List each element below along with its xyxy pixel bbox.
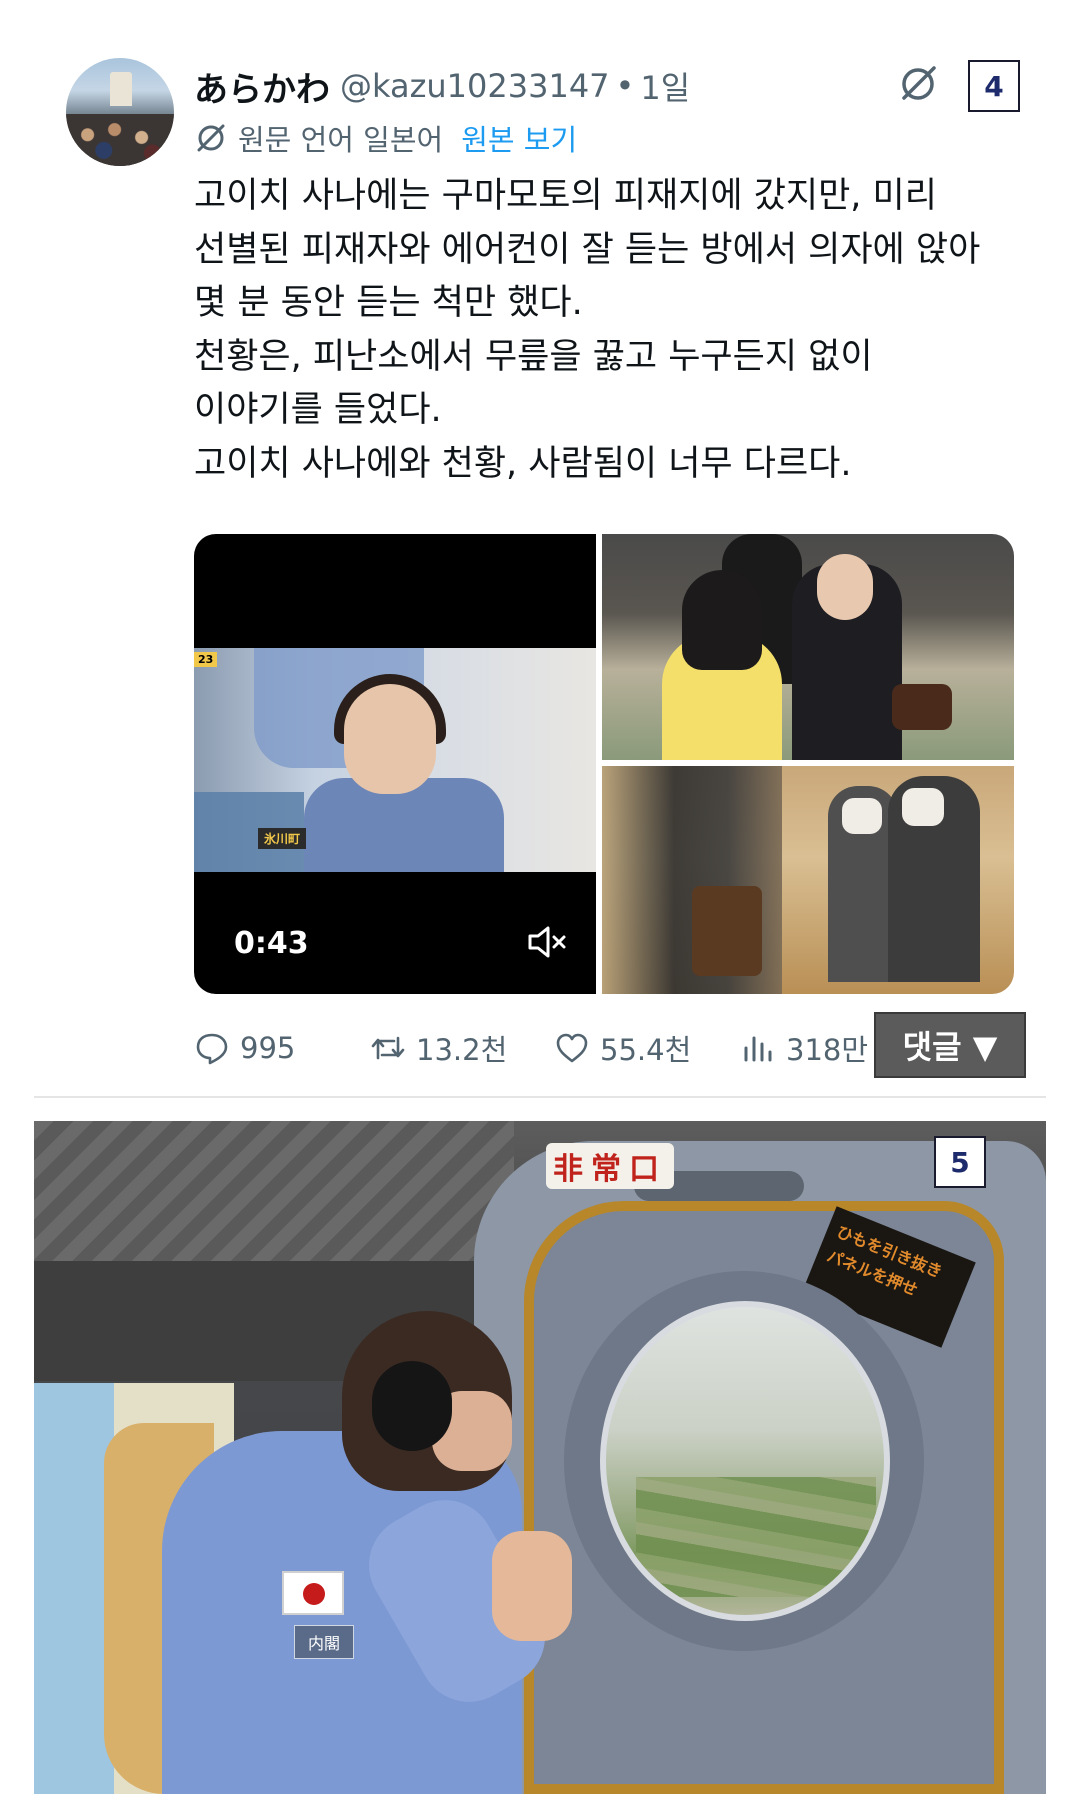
helicopter-photo[interactable]: 非常口 ひもを引き抜き パネルを押せ 内閣 (34, 1121, 1046, 1794)
reply-button[interactable]: 995 (194, 1026, 295, 1070)
item-number-badge: 5 (934, 1136, 986, 1188)
user-handle[interactable]: @kazu10233147 (340, 67, 610, 105)
photo-map-sea (34, 1383, 114, 1794)
mute-icon[interactable] (524, 920, 568, 964)
retweet-count: 13.2천 (416, 1033, 508, 1067)
photo-fields (636, 1477, 876, 1597)
avatar-crowd (66, 114, 174, 166)
avatar-tower (110, 72, 132, 106)
item-number-badge: 4 (968, 60, 1020, 112)
media-grid: 23 氷川町 0:43 (194, 534, 1014, 994)
separator-dot: • (615, 67, 635, 105)
photo-figure (682, 570, 762, 670)
retweet-icon (371, 1036, 405, 1060)
media-photo[interactable] (602, 534, 1014, 760)
translate-icon (197, 124, 225, 152)
views-button[interactable]: 318만 (740, 1026, 868, 1070)
display-name[interactable]: あらかわ (194, 62, 330, 111)
cabinet-patch: 内閣 (294, 1625, 354, 1659)
video-face (344, 684, 436, 794)
photo-figure (902, 788, 944, 826)
tweet-text: 고이치 사나에는 구마모토의 피재지에 갔지만, 미리 선별된 피재자와 에어컨… (194, 170, 1034, 491)
tweet-text-line: 고이치 사나에는 구마모토의 피재지에 갔지만, 미리 (194, 176, 937, 216)
japan-flag-icon (282, 1571, 344, 1615)
tweet-text-line: 선별된 피재자와 에어컨이 잘 듣는 방에서 의자에 앉아 (194, 229, 981, 270)
tweet-actions: 995 13.2천 55.4천 318만 (194, 1026, 954, 1070)
video-player[interactable]: 23 氷川町 0:43 (194, 534, 596, 994)
photo-window (600, 1301, 890, 1621)
grok-icon[interactable] (896, 62, 940, 106)
show-original-link[interactable]: 원본 보기 (461, 117, 577, 159)
photo-ceiling (34, 1121, 514, 1271)
photo-figure (817, 554, 873, 620)
item-divider (34, 1096, 1046, 1098)
tweet-text-line: 몇 분 동안 듣는 척만 했다. (194, 283, 583, 323)
author-row: あらかわ @kazu10233147 • 1일 (194, 62, 690, 111)
reply-icon (196, 1033, 228, 1065)
emergency-exit-sign: 非常口 (546, 1143, 674, 1189)
post-time[interactable]: 1일 (640, 63, 690, 109)
photo-person-hands (492, 1531, 572, 1641)
video-frame: 23 氷川町 (194, 648, 596, 872)
photo-person: 内閣 (142, 1261, 572, 1794)
like-count: 55.4천 (600, 1033, 692, 1067)
comments-toggle-button[interactable]: 댓글 ▼ (874, 1012, 1026, 1078)
tweet-text-line: 고이치 사나에와 천황, 사람됨이 너무 다르다. (194, 443, 852, 484)
tweet-text-line: 천황은, 피난소에서 무릎을 꿇고 누구든지 없이 (194, 336, 873, 377)
view-count: 318만 (786, 1033, 869, 1067)
page: あらかわ @kazu10233147 • 1일 4 원문 언어 일본어 원본 보… (0, 0, 1080, 1794)
video-duration: 0:43 (234, 926, 309, 961)
views-chart-icon (744, 1036, 772, 1062)
heart-icon (556, 1033, 588, 1063)
translation-row: 원문 언어 일본어 원본 보기 (194, 118, 577, 158)
like-button[interactable]: 55.4천 (554, 1026, 691, 1070)
video-channel-tag: 23 (194, 652, 218, 667)
retweet-button[interactable]: 13.2천 (370, 1026, 507, 1070)
photo-figure (892, 684, 952, 730)
tweet-text-line: 이야기를 들었다. (194, 390, 442, 430)
media-photo[interactable] (602, 766, 1014, 994)
photo-figure (692, 886, 762, 976)
photo-figure (842, 798, 882, 834)
translation-label: 원문 언어 일본어 (238, 123, 444, 157)
tweet-card[interactable]: あらかわ @kazu10233147 • 1일 4 원문 언어 일본어 원본 보… (34, 36, 1046, 1096)
video-location-caption: 氷川町 (258, 828, 307, 849)
reply-count: 995 (240, 1031, 296, 1065)
headset-icon (372, 1361, 452, 1451)
avatar[interactable] (66, 58, 174, 166)
